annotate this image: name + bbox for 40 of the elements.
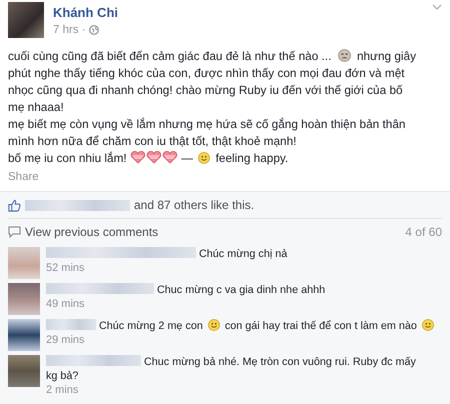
comment-icon	[8, 226, 21, 238]
post-text: mẹ nhaaa!	[8, 100, 64, 114]
post-time[interactable]: 7 hrs ·	[53, 24, 86, 36]
post-text: mẹ biết mẹ còn vụng về lắm nhưng mẹ hứa sẽ cố gắng hoàn thiện bản thân	[8, 117, 406, 131]
post-text: cuối cùng cũng đã biết đến cảm giác đau đẻ là như thế nào ...	[8, 49, 332, 63]
post-text: nhưng giây	[356, 49, 416, 63]
comment-text: Chuc mừng c va gia dinh nhe ahhh	[157, 284, 326, 296]
comment-text: Chuc mừng bả nhé. Mẹ tròn con vuông rui. Ruby đc mấy	[144, 356, 416, 368]
post-text: bố mẹ iu con nhiu lắm!	[8, 151, 127, 165]
profile-photo-placeholder[interactable]	[8, 2, 44, 38]
comment-time[interactable]: 49 mins	[46, 297, 326, 311]
post-text: mình hơn nữa để chăm con iu thật tốt, thật khoẻ mạnh!	[8, 134, 296, 148]
commenter-avatar[interactable]	[8, 283, 40, 315]
comment-text: con gái hay trai thế để con t làm em nào	[224, 320, 417, 332]
heart-icon	[162, 151, 178, 164]
comment-count: 4 of 60	[405, 225, 442, 239]
comment-text: Chúc mừng chị nả	[199, 248, 288, 260]
post-text: —	[181, 151, 194, 165]
heart-icon	[130, 151, 146, 164]
commenter-avatar[interactable]	[8, 319, 40, 351]
comment-text: kg bả?	[46, 370, 78, 382]
heart-icon	[146, 151, 162, 164]
crying-emoji-icon	[338, 49, 351, 62]
smile-emoji-icon	[422, 319, 434, 331]
comment-time[interactable]: 29 mins	[46, 333, 436, 347]
comment-time[interactable]: 2 mins	[46, 383, 416, 397]
author-name[interactable]: Khánh Chi	[53, 5, 118, 20]
smile-emoji-icon	[208, 319, 220, 331]
comment-text: Chúc mừng 2 mẹ con	[99, 320, 203, 332]
comment-time[interactable]: 52 mins	[46, 261, 288, 275]
likes-text[interactable]: and 87 others like this.	[134, 198, 254, 212]
post-text: nhọc cũng qua đi nhanh chóng! chào mừng Ruby iu đến với thế giới của bố	[8, 83, 403, 97]
thumbs-up-icon[interactable]	[8, 198, 21, 212]
view-previous-comments-link[interactable]: View previous comments	[25, 225, 158, 239]
share-link[interactable]: Share	[8, 171, 39, 183]
smile-emoji-icon	[198, 152, 210, 164]
blurred-name	[46, 319, 96, 330]
post-text: phút nghe thấy tiếng khóc của con, được nhìn thấy con mọi đau đớn và mệt	[8, 66, 405, 80]
chevron-down-icon[interactable]	[432, 4, 442, 11]
post-text: feeling happy.	[216, 151, 288, 165]
